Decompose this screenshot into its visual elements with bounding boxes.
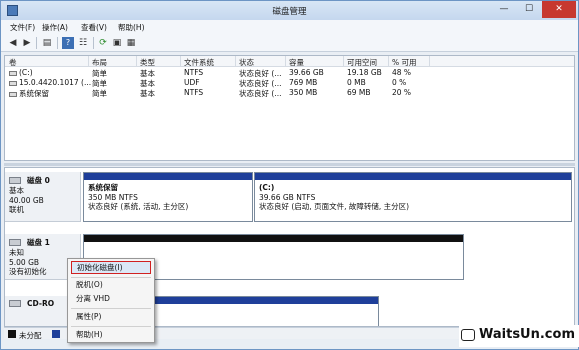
col-filesystem[interactable]: 文件系统	[184, 57, 214, 68]
volume-free: 19.18 GB	[347, 68, 382, 77]
disk-status: 联机	[9, 205, 24, 214]
list-icon[interactable]: ☷	[77, 37, 89, 49]
volume-free: 0 MB	[347, 78, 366, 87]
volume-free: 69 MB	[347, 88, 371, 97]
disk-name: 磁盘 0	[27, 176, 50, 185]
volume-name: 15.0.4420.1017 (...	[19, 78, 92, 87]
volume-row[interactable]: 15.0.4420.1017 (... 简单 基本 UDF 状态良好 (... …	[5, 78, 574, 88]
offline-menu-item[interactable]: 脱机(O)	[71, 279, 151, 292]
initialize-disk-menu-item[interactable]: 初始化磁盘(I)	[71, 261, 151, 274]
disk-type: 基本	[9, 186, 24, 195]
menu-action[interactable]: 操作(A)	[42, 22, 68, 33]
primary-partition-swatch	[52, 330, 60, 338]
volume-row[interactable]: (C:) 简单 基本 NTFS 状态良好 (... 39.66 GB 19.18…	[5, 68, 574, 78]
col-free-space[interactable]: 可用空间	[347, 57, 377, 68]
col-status[interactable]: 状态	[239, 57, 254, 68]
col-percent-free[interactable]: % 可用	[392, 57, 417, 68]
volume-capacity: 769 MB	[289, 78, 318, 87]
help-menu-item[interactable]: 帮助(H)	[71, 329, 151, 342]
col-capacity[interactable]: 容量	[289, 57, 304, 68]
partition-name: (C:)	[259, 183, 275, 192]
drive-icon	[9, 70, 17, 76]
partition-bar	[84, 173, 252, 180]
properties-menu-item[interactable]: 属性(P)	[71, 311, 151, 324]
properties-icon[interactable]: ▣	[111, 37, 123, 49]
volume-row[interactable]: 系统保留 简单 基本 NTFS 状态良好 (... 350 MB 69 MB 2…	[5, 88, 574, 98]
disc-icon	[9, 80, 17, 86]
watermark: WaitsUn.com	[459, 325, 579, 347]
disk-management-window: 磁盘管理 — ☐ ✕ 文件(F) 操作(A) 查看(V) 帮助(H) ◀ ▶ ▤…	[0, 0, 579, 350]
toolbar: ◀ ▶ ▤ ? ☷ ⟳ ▣ ▦	[1, 34, 578, 52]
partition-size: 350 MB NTFS	[88, 192, 138, 202]
volume-layout: 简单	[92, 89, 107, 98]
disk-type: 未知	[9, 248, 24, 257]
volume-filesystem: NTFS	[184, 88, 204, 97]
volume-percent: 48 %	[392, 68, 412, 77]
volume-icon[interactable]: ▦	[125, 37, 137, 49]
disk-size: 40.00 GB	[9, 195, 44, 205]
console-tree-icon[interactable]: ▤	[41, 37, 53, 49]
refresh-icon[interactable]: ⟳	[97, 37, 109, 49]
cdrom-icon	[9, 300, 21, 307]
disk-icon	[9, 177, 21, 184]
volume-filesystem: UDF	[184, 78, 200, 87]
volume-list-header: 卷 布局 类型 文件系统 状态 容量 可用空间 % 可用	[5, 56, 574, 67]
volume-name: (C:)	[19, 68, 33, 77]
help-book-icon[interactable]: ?	[62, 37, 74, 49]
forward-arrow-icon[interactable]: ▶	[21, 37, 33, 49]
disk-icon	[9, 239, 21, 246]
partition-c[interactable]: (C:) 39.66 GB NTFS 状态良好 (启动, 页面文件, 故障转储,…	[254, 172, 572, 222]
volume-type: 基本	[140, 89, 155, 98]
disk-0-label[interactable]: 磁盘 0 基本 40.00 GB 联机	[5, 172, 81, 222]
minimize-button[interactable]: —	[491, 1, 517, 18]
title-bar: 磁盘管理 — ☐ ✕	[1, 1, 578, 20]
volume-list: 卷 布局 类型 文件系统 状态 容量 可用空间 % 可用 (C:) 简单 基本 …	[4, 55, 575, 161]
volume-status: 状态良好 (...	[239, 89, 282, 98]
volume-capacity: 350 MB	[289, 88, 318, 97]
partition-size: 39.66 GB NTFS	[259, 192, 316, 202]
detach-vhd-menu-item[interactable]: 分离 VHD	[71, 293, 151, 306]
col-layout[interactable]: 布局	[92, 57, 107, 68]
disk-name: CD-RO	[27, 299, 55, 308]
menu-help[interactable]: 帮助(H)	[118, 22, 145, 33]
disk-name: 磁盘 1	[27, 238, 50, 247]
unallocated-bar	[84, 235, 463, 242]
volume-percent: 20 %	[392, 88, 412, 97]
disk-status: 没有初始化	[9, 267, 47, 276]
legend-unallocated: 未分配	[19, 331, 42, 340]
volume-name: 系统保留	[19, 89, 49, 98]
menu-bar: 文件(F) 操作(A) 查看(V) 帮助(H)	[1, 20, 578, 34]
drive-icon	[9, 91, 17, 97]
watermark-logo-icon	[461, 329, 475, 341]
disk-size: 5.00 GB	[9, 257, 40, 267]
pane-splitter[interactable]	[4, 163, 575, 166]
partition-bar	[255, 173, 571, 180]
partition-status: 状态良好 (系统, 活动, 主分区)	[88, 202, 189, 211]
volume-percent: 0 %	[392, 78, 407, 87]
menu-file[interactable]: 文件(F)	[10, 22, 35, 33]
maximize-button[interactable]: ☐	[517, 1, 541, 18]
volume-filesystem: NTFS	[184, 68, 204, 77]
col-volume[interactable]: 卷	[9, 57, 17, 68]
partition-name: 系统保留	[88, 183, 118, 192]
menu-view[interactable]: 查看(V)	[81, 22, 107, 33]
back-arrow-icon[interactable]: ◀	[7, 37, 19, 49]
watermark-text: WaitsUn.com	[479, 327, 575, 342]
partition-system-reserved[interactable]: 系统保留 350 MB NTFS 状态良好 (系统, 活动, 主分区)	[83, 172, 253, 222]
close-button[interactable]: ✕	[542, 1, 576, 18]
unallocated-swatch	[8, 330, 16, 338]
partition-status: 状态良好 (启动, 页面文件, 故障转储, 主分区)	[259, 202, 410, 211]
col-type[interactable]: 类型	[140, 57, 155, 68]
volume-capacity: 39.66 GB	[289, 68, 324, 77]
context-menu: 初始化磁盘(I) 脱机(O) 分离 VHD 属性(P) 帮助(H)	[67, 258, 155, 343]
